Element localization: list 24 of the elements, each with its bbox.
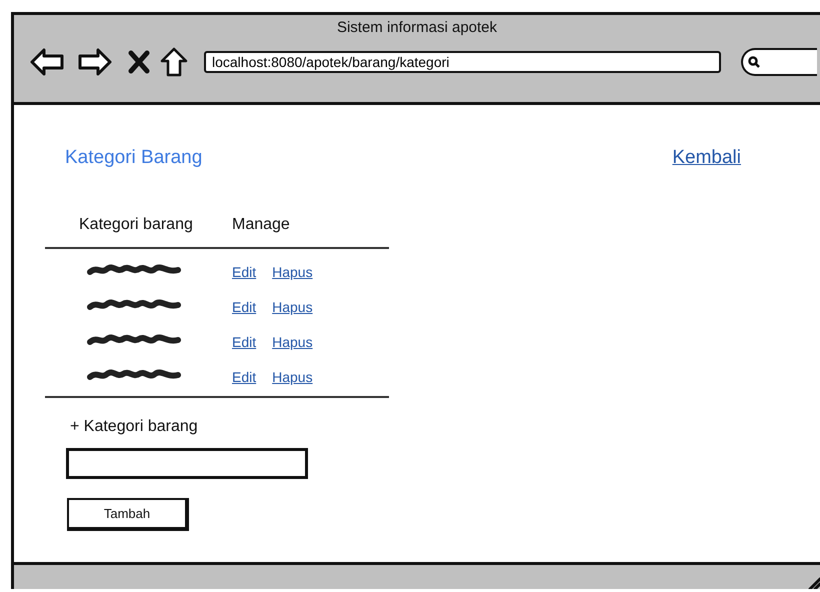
page-title: Kategori Barang xyxy=(65,147,202,169)
edit-link[interactable]: Edit xyxy=(232,299,256,315)
delete-link[interactable]: Hapus xyxy=(272,369,313,385)
edit-link[interactable]: Edit xyxy=(232,334,256,350)
address-field[interactable]: localhost:8080/apotek/barang/kategori xyxy=(204,51,721,73)
window-title: Sistem informasi apotek xyxy=(336,19,498,36)
delete-link[interactable]: Hapus xyxy=(272,264,313,280)
field-label: + Kategori barang xyxy=(70,418,198,436)
close-icon[interactable] xyxy=(128,50,150,74)
home-icon[interactable] xyxy=(160,47,188,77)
forward-arrow-icon[interactable] xyxy=(78,48,112,76)
back-arrow-icon[interactable] xyxy=(30,48,64,76)
edit-link[interactable]: Edit xyxy=(232,369,256,385)
delete-link[interactable]: Hapus xyxy=(272,334,313,350)
back-link[interactable]: Kembali xyxy=(672,147,741,169)
column-header: Kategori barang xyxy=(78,216,194,234)
resize-grip-icon[interactable] xyxy=(806,575,820,589)
search-icon xyxy=(748,56,760,68)
column-header: Manage xyxy=(232,216,290,234)
edit-link[interactable]: Edit xyxy=(232,264,256,280)
delete-link[interactable]: Hapus xyxy=(272,299,313,315)
search-field[interactable] xyxy=(741,48,817,76)
add-button[interactable]: Tambah xyxy=(67,498,189,531)
input-field[interactable] xyxy=(66,448,308,479)
